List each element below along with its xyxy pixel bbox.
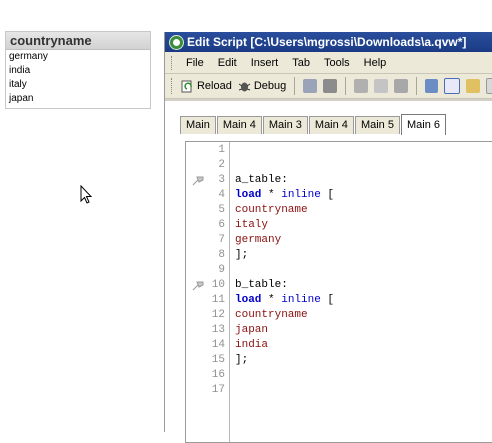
line-number: 2 [218, 159, 225, 171]
script-tabs: Main Main 4 Main 3 Main 4 Main 5 Main 6 [180, 114, 447, 135]
line-number: 14 [211, 339, 225, 351]
new-tab-icon[interactable] [444, 78, 461, 94]
code-token: [ [320, 189, 335, 201]
find-icon[interactable] [424, 79, 439, 93]
reload-icon [181, 80, 192, 92]
line-number-gutter: 1 2 3 4 5 6 7 8 9 10 11 12 13 14 15 16 1… [186, 142, 230, 442]
line-number: 8 [218, 249, 225, 261]
reload-button[interactable]: Reload [178, 80, 235, 93]
toolbar-separator [415, 77, 417, 95]
debug-bug-icon [238, 82, 251, 91]
menu-file[interactable]: File [179, 57, 211, 69]
keyword-load: load [235, 294, 262, 306]
window-titlebar[interactable]: Edit Script [C:\Users\mgrossi\Downloads\… [165, 32, 492, 52]
code-line: countryname [235, 309, 308, 321]
code-line: italy [235, 219, 269, 231]
code-line: load * inline [ [235, 189, 334, 201]
tab-main-3[interactable]: Main 3 [262, 116, 308, 134]
tab-main-6[interactable]: Main 6 [400, 114, 446, 135]
menubar-grip-icon[interactable] [171, 55, 175, 70]
line-number: 13 [211, 324, 225, 336]
code-line: germany [235, 234, 282, 246]
line-number: 4 [218, 189, 225, 201]
tab-main-5[interactable]: Main 5 [354, 116, 400, 134]
keyword-load: load [235, 189, 262, 201]
code-line: load * inline [ [235, 294, 334, 306]
listbox-title: countryname [6, 32, 150, 50]
line-number: 9 [218, 264, 225, 276]
countryname-listbox[interactable]: countryname germany india italy japan [5, 31, 151, 109]
debug-button[interactable]: Debug [235, 80, 289, 93]
menu-edit[interactable]: Edit [211, 57, 244, 69]
list-item[interactable]: italy [6, 78, 150, 92]
line-number: 15 [211, 354, 225, 366]
tab-main-4[interactable]: Main 4 [216, 116, 262, 134]
line-number: 11 [211, 294, 225, 306]
mouse-cursor-icon [80, 185, 93, 204]
edit-script-window: Edit Script [C:\Users\mgrossi\Downloads\… [164, 32, 492, 443]
save-icon[interactable] [303, 79, 318, 93]
code-line: a_table: [235, 174, 288, 186]
menu-insert[interactable]: Insert [244, 57, 286, 69]
copy-icon[interactable] [373, 79, 388, 93]
line-number: 16 [211, 369, 225, 381]
paste-icon[interactable] [393, 79, 408, 93]
code-token: * [261, 294, 282, 306]
menu-bar: File Edit Insert Tab Tools Help [165, 52, 492, 74]
print-icon[interactable] [323, 79, 337, 93]
window-title: Edit Script [C:\Users\mgrossi\Downloads\… [187, 35, 467, 49]
toolbar-separator [294, 77, 296, 95]
promote-tab-icon[interactable] [466, 79, 481, 93]
line-number: 6 [218, 219, 225, 231]
code-line: india [235, 339, 269, 351]
code-line: ]; [235, 249, 249, 261]
bookmark-pin-icon[interactable] [192, 281, 204, 291]
code-line: b_table: [235, 279, 288, 291]
toolbar-grip-icon[interactable] [171, 78, 175, 94]
reload-label: Reload [196, 80, 232, 92]
code-line: ]; [235, 354, 249, 366]
menu-help[interactable]: Help [357, 57, 394, 69]
toolbar-separator [344, 77, 346, 95]
menu-tools[interactable]: Tools [317, 57, 357, 69]
code-token: * [261, 189, 282, 201]
tab-main-4-second[interactable]: Main 4 [308, 116, 354, 134]
script-editor[interactable]: 1 2 3 4 5 6 7 8 9 10 11 12 13 14 15 16 1… [185, 141, 492, 443]
menu-tab[interactable]: Tab [285, 57, 317, 69]
list-item[interactable]: germany [6, 50, 150, 64]
keyword-inline: inline [281, 294, 321, 306]
list-item[interactable]: india [6, 64, 150, 78]
script-area: Main Main 4 Main 3 Main 4 Main 5 Main 6 … [165, 101, 492, 443]
code-token: [ [320, 294, 335, 306]
line-number: 5 [218, 204, 225, 216]
cut-icon[interactable] [353, 79, 368, 93]
code-line: japan [235, 324, 269, 336]
tab-main[interactable]: Main [180, 116, 216, 134]
demote-tab-icon[interactable] [486, 78, 492, 94]
toolbar: Reload Debug [165, 74, 492, 99]
line-number: 12 [211, 309, 225, 321]
line-number: 1 [218, 144, 225, 156]
keyword-inline: inline [281, 189, 321, 201]
list-item[interactable]: japan [6, 92, 150, 106]
code-line: countryname [235, 204, 308, 216]
qlikview-app-icon [169, 35, 184, 50]
line-number: 7 [218, 234, 225, 246]
line-number: 17 [211, 384, 225, 396]
bookmark-pin-icon[interactable] [192, 176, 204, 186]
debug-label: Debug [253, 80, 287, 92]
